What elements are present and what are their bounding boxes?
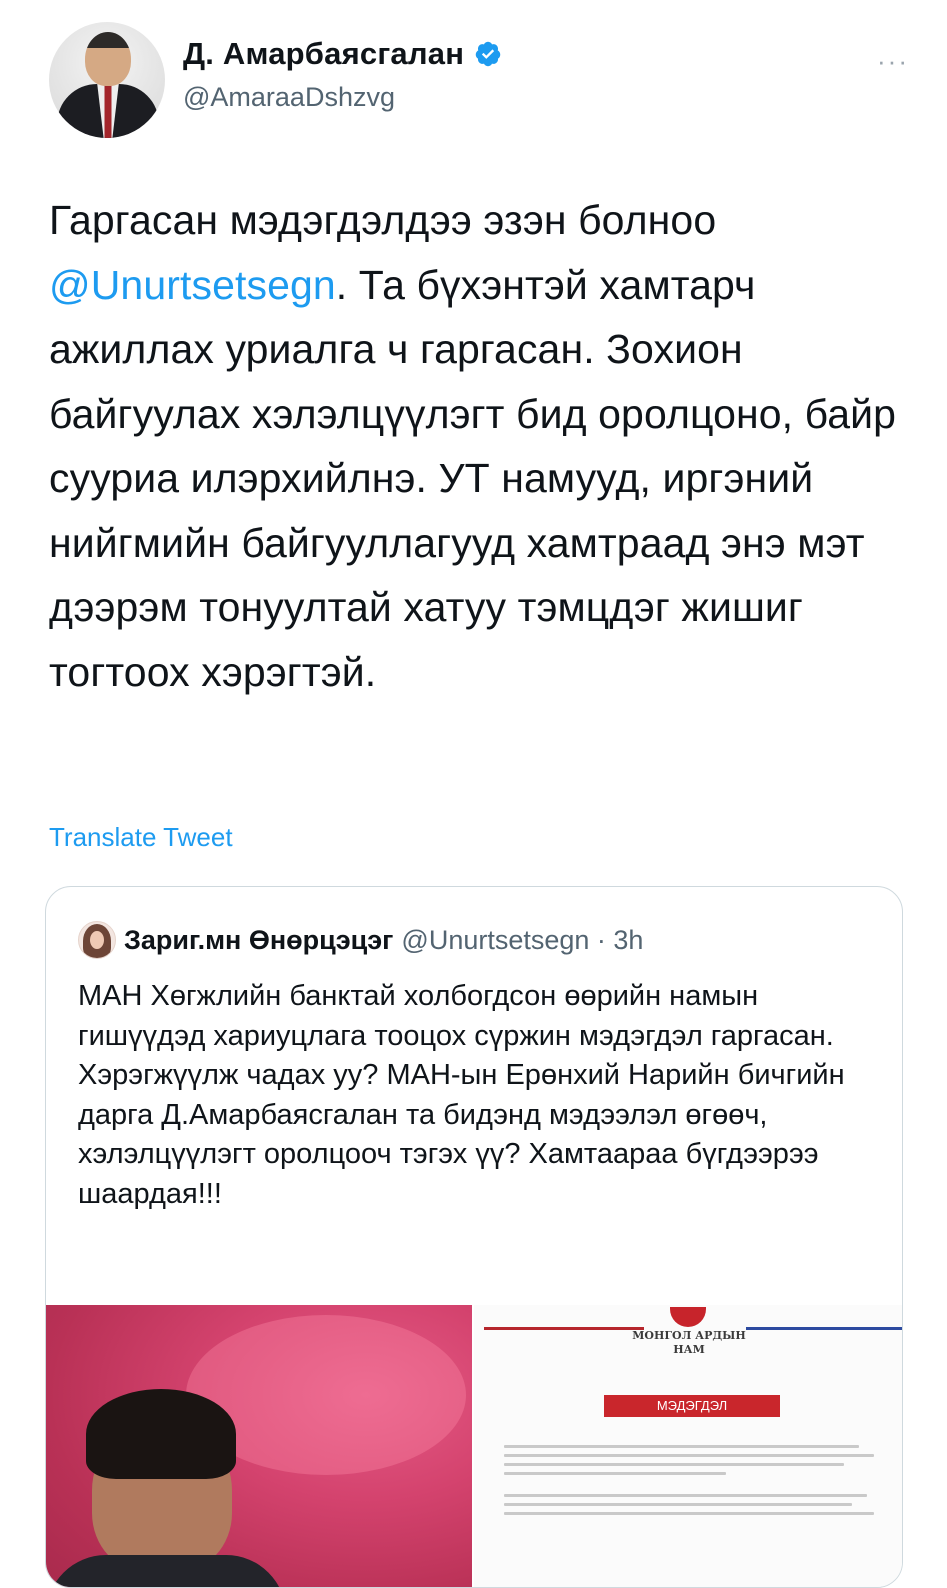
tweet-text-part: Гаргасан мэдэгдэлдээ эзэн болноо [49, 197, 717, 243]
translate-tweet-link[interactable]: Translate Tweet [49, 822, 233, 853]
verified-badge-icon [475, 41, 501, 67]
photo-person-suit [46, 1555, 286, 1587]
doc-blue-line [746, 1327, 902, 1330]
quoted-tweet-header: Зариг.мн Өнөрцэцэг @Unurtsetsegn · 3h [78, 921, 643, 959]
more-options-icon[interactable]: ··· [877, 46, 909, 77]
author-display-name[interactable]: Д. Амарбаясгалан [183, 36, 464, 72]
doc-title: МЭДЭГДЭЛ [604, 1395, 780, 1417]
quoted-tweet-text: МАН Хөгжлийн банктай холбогдсон өөрийн н… [78, 980, 845, 1210]
doc-red-line [484, 1327, 644, 1330]
tweet-text-part: . Та бүхэнтэй хамтарч ажиллах уриалга ч … [49, 261, 897, 695]
quoted-tweet[interactable]: Зариг.мн Өнөрцэцэг @Unurtsetsegn · 3h МА… [45, 886, 903, 1588]
quoted-author-handle-time: @Unurtsetsegn · 3h [401, 924, 644, 955]
quoted-author-name: Зариг.мн Өнөрцэцэг [124, 924, 394, 955]
quoted-author-avatar [78, 921, 116, 959]
tweet-header: Д. Амарбаясгалан @AmaraaDshzvg ··· [49, 22, 909, 142]
doc-emblem-icon [670, 1307, 706, 1327]
author-handle[interactable]: @AmaraaDshzvg [183, 82, 395, 113]
media-photo[interactable] [46, 1305, 472, 1587]
quoted-tweet-media: МОНГОЛ АРДЫН НАМ МЭДЭГДЭЛ [46, 1305, 902, 1587]
quoted-avatar-face [90, 931, 104, 949]
doc-organization: МОНГОЛ АРДЫН НАМ [632, 1329, 746, 1356]
photo-person-hair [86, 1389, 236, 1479]
mention-link[interactable]: @Unurtsetsegn [49, 262, 336, 308]
tweet-text: Гаргасан мэдэгдэлдээ эзэн болноо @Unurts… [49, 188, 919, 704]
media-document[interactable]: МОНГОЛ АРДЫН НАМ МЭДЭГДЭЛ [474, 1305, 902, 1587]
doc-body-lines [504, 1445, 874, 1521]
avatar-head [85, 32, 131, 86]
author-avatar[interactable] [49, 22, 165, 138]
author-name-row: Д. Амарбаясгалан [183, 36, 502, 72]
